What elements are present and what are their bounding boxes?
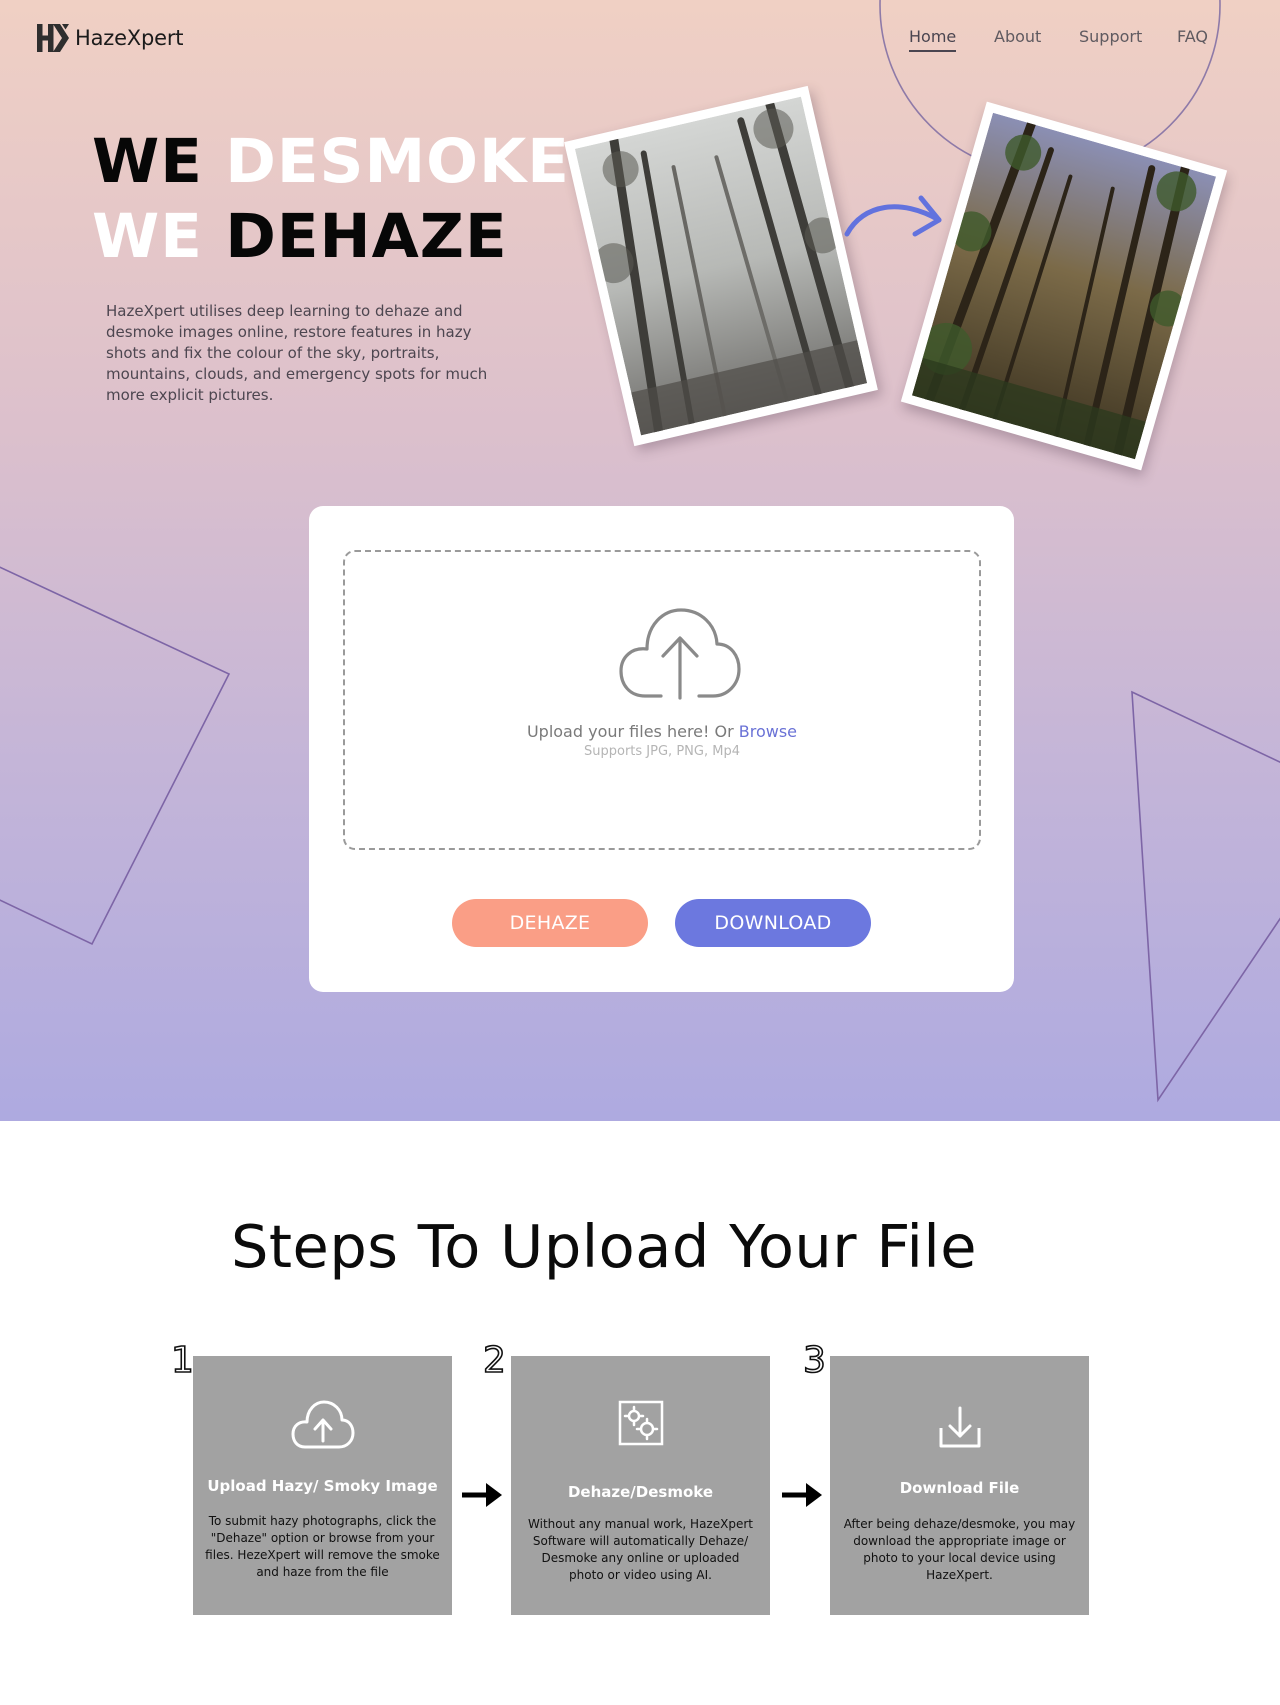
headline-we-1: WE <box>92 126 203 197</box>
step-number-3: 3 <box>802 1340 826 1381</box>
supported-formats: Supports JPG, PNG, Mp4 <box>584 744 740 759</box>
browse-link[interactable]: Browse <box>739 722 797 741</box>
steps-title: Steps To Upload Your File <box>230 1212 978 1281</box>
step-number-1: 1 <box>170 1340 194 1381</box>
decor-rectangle <box>0 566 231 946</box>
headline-we-2: WE <box>92 201 203 272</box>
upload-prompt-text: Upload your files here! Or <box>526 722 739 741</box>
step-arrow-right-icon <box>462 1483 502 1507</box>
step-description-3: After being dehaze/desmoke, you may down… <box>843 1517 1076 1582</box>
step-card-dehaze: Dehaze/Desmoke Without any manual work, … <box>511 1356 770 1615</box>
gears-icon <box>618 1400 663 1446</box>
nav-faq[interactable]: FAQ <box>1177 27 1208 46</box>
step-description-2: Without any manual work, HazeXpert Softw… <box>528 1517 753 1582</box>
headline-dehaze: DEHAZE <box>225 201 508 272</box>
upload-prompt: Upload your files here! Or Browse <box>345 722 979 741</box>
hero-section: HazeXpert Home About Support FAQ WE DESM… <box>0 0 1280 1121</box>
nav-home[interactable]: Home <box>909 27 957 52</box>
step-arrow-right-icon <box>782 1483 822 1507</box>
decor-triangle <box>1131 690 1280 1103</box>
step-description-1: To submit hazy photographs, click the "D… <box>205 1514 440 1579</box>
step-title-3: Download File <box>899 1479 1020 1497</box>
step-title-2: Dehaze/Desmoke <box>567 1483 714 1501</box>
headline-line-2: WE DEHAZE <box>92 206 508 267</box>
step-card-download: Download File After being dehaze/desmoke… <box>830 1356 1089 1615</box>
download-icon <box>939 1406 980 1448</box>
cloud-upload-icon <box>619 608 741 700</box>
nav-support[interactable]: Support <box>1079 27 1142 46</box>
headline-line-1: WE DESMOKE <box>92 131 570 192</box>
step-card-upload: Upload Hazy/ Smoky Image To submit hazy … <box>193 1356 452 1615</box>
file-dropzone[interactable]: Upload your files here! Or Browse Suppor… <box>343 550 981 850</box>
headline-desmoke: DESMOKE <box>225 126 570 197</box>
curved-arrow-icon <box>844 195 942 237</box>
cloud-upload-icon <box>291 1400 354 1449</box>
download-button[interactable]: DOWNLOAD <box>675 899 871 947</box>
main-nav: Home About Support FAQ <box>0 27 1280 57</box>
step-number-2: 2 <box>482 1340 506 1381</box>
nav-about[interactable]: About <box>994 27 1041 46</box>
hero-description: HazeXpert utilises deep learning to deha… <box>106 302 488 404</box>
upload-card: Upload your files here! Or Browse Suppor… <box>309 506 1014 992</box>
step-title-1: Upload Hazy/ Smoky Image <box>207 1477 438 1495</box>
dehaze-button[interactable]: DEHAZE <box>452 899 648 947</box>
